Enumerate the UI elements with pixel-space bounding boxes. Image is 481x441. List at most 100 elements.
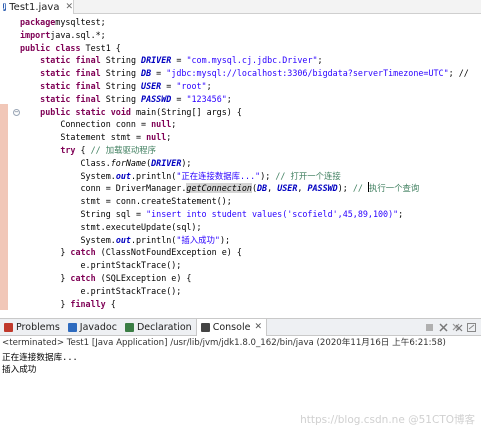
- tab-label: Javadoc: [79, 321, 117, 333]
- code-line[interactable]: Class.forName(DRIVER);: [20, 157, 481, 170]
- code-token: public static void: [40, 106, 131, 117]
- editor-tab-bar: J Test1.java ✕: [0, 0, 481, 14]
- code-line[interactable]: stmt = conn.createStatement();: [20, 195, 481, 208]
- code-line[interactable]: Connection conn = null;: [20, 118, 481, 131]
- code-token: "123456": [186, 93, 227, 104]
- code-line[interactable]: } catch (ClassNotFoundException e) {: [20, 246, 481, 259]
- code-token: );: [181, 157, 192, 168]
- code-line[interactable]: packagemysqltest;: [20, 16, 481, 29]
- code-line[interactable]: System.out.println("插入成功");: [20, 234, 481, 247]
- code-token: "root": [176, 80, 207, 91]
- code-token: (SQLException e) {: [95, 272, 192, 283]
- tab-console[interactable]: Console ✕: [195, 318, 267, 336]
- code-token: e.printStackTrace();: [20, 260, 182, 271]
- code-token: // 加载驱动程序: [90, 144, 157, 155]
- code-line[interactable]: Statement stmt = null;: [20, 131, 481, 144]
- code-token: static final: [40, 68, 101, 79]
- code-token: "jdbc:mysql://localhost:3306/bigdata?ser…: [166, 68, 449, 79]
- code-token: e.printStackTrace();: [20, 285, 182, 296]
- code-token: String: [100, 55, 142, 66]
- code-token: String: [100, 93, 142, 104]
- code-line[interactable]: static final String DB = "jdbc:mysql://l…: [20, 67, 481, 80]
- code-token: ,: [267, 183, 278, 194]
- code-line[interactable]: e.printStackTrace();: [20, 285, 481, 298]
- code-token: java.sql.*;: [50, 29, 106, 40]
- code-token: .println(: [130, 234, 177, 245]
- code-line[interactable]: System.out.println("正在连接数据库..."); // 打开一…: [20, 170, 481, 183]
- code-token: (ClassNotFoundException e) {: [95, 247, 242, 258]
- code-line[interactable]: e.printStackTrace();: [20, 259, 481, 272]
- code-line[interactable]: static final String USER = "root";: [20, 80, 481, 93]
- code-line[interactable]: } catch (SQLException e) {: [20, 272, 481, 285]
- code-token: stmt.executeUpdate(sql);: [20, 221, 202, 232]
- tab-label: Problems: [16, 321, 60, 333]
- code-token: Class.: [20, 157, 111, 168]
- code-token: out: [115, 234, 131, 245]
- code-token: ,: [297, 183, 308, 194]
- code-line[interactable]: importjava.sql.*;: [20, 29, 481, 42]
- javadoc-icon: [67, 322, 77, 332]
- code-token: ;: [206, 80, 212, 91]
- code-token: );: [337, 183, 353, 194]
- code-token: ;: [171, 119, 177, 130]
- code-token: mysqltest;: [55, 17, 106, 27]
- close-icon[interactable]: ✕: [254, 322, 262, 332]
- code-token: {: [105, 298, 116, 309]
- remove-launch-icon[interactable]: [438, 322, 449, 333]
- code-line[interactable]: String sql = "insert into student values…: [20, 208, 481, 221]
- code-line[interactable]: } finally {: [20, 298, 481, 310]
- fold-collapse-icon[interactable]: −: [13, 109, 20, 116]
- console-output[interactable]: 正在连接数据库... 插入成功: [0, 352, 481, 441]
- code-token: USER: [141, 80, 162, 91]
- code-token: DB: [257, 183, 268, 194]
- code-token: null: [151, 119, 172, 130]
- code-token: "正在连接数据库...": [176, 170, 261, 181]
- code-token: USER: [277, 183, 298, 194]
- code-token: System.: [20, 234, 116, 245]
- code-token: );: [260, 170, 276, 181]
- console-icon: [200, 322, 210, 332]
- console-line: 正在连接数据库...: [2, 353, 78, 363]
- code-token: "com.mysql.cj.jdbc.Driver": [186, 55, 318, 66]
- code-token: forName: [110, 157, 147, 168]
- code-token: Connection conn =: [20, 119, 152, 130]
- problems-icon: [4, 322, 13, 332]
- code-token: =: [151, 68, 167, 79]
- remove-all-icon[interactable]: [452, 322, 463, 333]
- code-token: ;: [226, 93, 232, 104]
- code-token: String sql =: [20, 208, 147, 219]
- code-token: ;: [166, 132, 172, 143]
- code-line[interactable]: try { // 加载驱动程序: [20, 144, 481, 157]
- code-token: String: [100, 68, 142, 79]
- code-line[interactable]: static final String DRIVER = "com.mysql.…: [20, 54, 481, 67]
- code-line[interactable]: conn = DriverManager.getConnection(DB, U…: [20, 182, 481, 195]
- editor-tab-test1[interactable]: J Test1.java ✕: [0, 0, 74, 14]
- declaration-icon: [124, 322, 134, 332]
- tab-problems[interactable]: Problems: [0, 319, 64, 336]
- code-token: catch: [70, 247, 96, 258]
- code-token: }: [20, 247, 71, 258]
- code-token: "insert into student values('scofield',4…: [146, 208, 399, 219]
- terminate-icon[interactable]: [424, 322, 435, 333]
- console-line: 插入成功: [2, 365, 37, 375]
- clear-console-icon[interactable]: [466, 322, 477, 333]
- code-token: getConnection: [186, 183, 252, 194]
- close-icon[interactable]: ✕: [65, 2, 73, 12]
- code-token: ;: [398, 208, 404, 219]
- watermark: https://blog.csdn.ne @51CTO博客: [300, 414, 475, 426]
- tab-javadoc[interactable]: Javadoc: [64, 319, 121, 336]
- code-token: DRIVER: [151, 157, 182, 168]
- code-editor[interactable]: − packagemysqltest; importjava.sql.*; publ…: [0, 14, 481, 310]
- code-token: //: [352, 183, 369, 194]
- code-line[interactable]: public static void main(String[] args) {: [20, 106, 481, 119]
- code-line[interactable]: public class Test1 {: [20, 42, 481, 55]
- tab-declaration[interactable]: Declaration: [121, 319, 196, 336]
- code-token: String: [100, 80, 142, 91]
- code-line[interactable]: static final String PASSWD = "123456";: [20, 93, 481, 106]
- code-line[interactable]: stmt.executeUpdate(sql);: [20, 221, 481, 234]
- code-text[interactable]: packagemysqltest; importjava.sql.*; public…: [20, 16, 481, 310]
